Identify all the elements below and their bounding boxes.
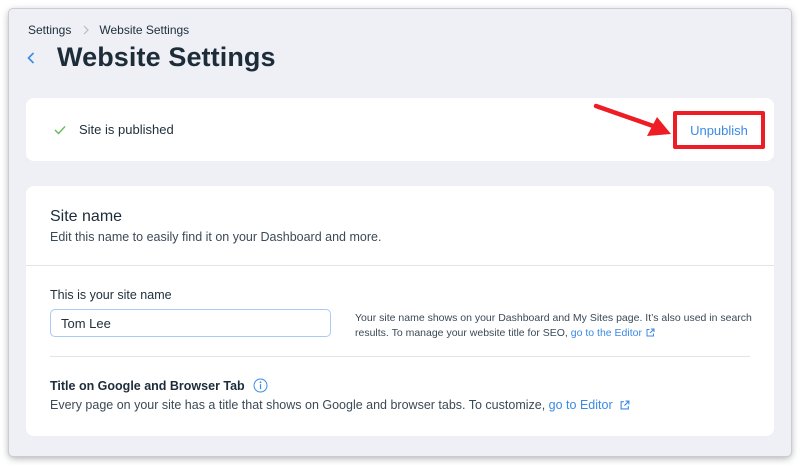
divider	[50, 356, 750, 357]
site-name-input[interactable]	[50, 309, 331, 337]
app-frame: Settings Website Settings Website Settin…	[9, 9, 791, 456]
check-icon	[54, 125, 66, 135]
back-chevron-icon[interactable]	[27, 48, 41, 68]
site-name-help-text: Your site name shows on your Dashboard a…	[355, 312, 752, 339]
site-name-card: Site name Edit this name to easily find …	[26, 186, 774, 436]
red-arrow-annotation	[593, 103, 671, 136]
site-name-description: Edit this name to easily find it on your…	[50, 230, 382, 244]
site-name-help: Your site name shows on your Dashboard a…	[355, 311, 755, 342]
divider	[26, 265, 774, 266]
google-tab-title-text: Title on Google and Browser Tab	[50, 378, 245, 393]
info-icon[interactable]	[253, 378, 268, 393]
google-tab-description: Every page on your site has a title that…	[50, 398, 630, 413]
chevron-right-icon	[83, 25, 90, 35]
external-link-icon	[620, 399, 630, 413]
publish-status-text: Site is published	[79, 122, 174, 137]
google-tab-description-text: Every page on your site has a title that…	[50, 398, 546, 412]
publish-status: Site is published	[54, 122, 174, 137]
site-name-field-label: This is your site name	[50, 288, 172, 302]
go-to-editor-link[interactable]: go to the Editor	[571, 327, 655, 339]
google-tab-title: Title on Google and Browser Tab	[50, 378, 268, 393]
breadcrumb-settings[interactable]: Settings	[28, 23, 71, 37]
page-title: Website Settings	[57, 42, 276, 72]
unpublish-highlight-box: Unpublish	[673, 111, 765, 149]
site-name-title: Site name	[50, 208, 123, 225]
unpublish-button[interactable]: Unpublish	[690, 123, 748, 138]
breadcrumb: Settings Website Settings	[28, 23, 189, 37]
go-to-editor-link-text[interactable]: go to the Editor	[571, 327, 642, 339]
go-to-editor-link-2[interactable]: go to Editor	[549, 398, 630, 412]
site-name-header: Site name Edit this name to easily find …	[50, 208, 381, 244]
external-link-icon	[646, 327, 655, 342]
breadcrumb-current: Website Settings	[99, 23, 190, 37]
go-to-editor-link-2-text[interactable]: go to Editor	[549, 398, 613, 412]
title-row: Website Settings	[27, 42, 276, 73]
